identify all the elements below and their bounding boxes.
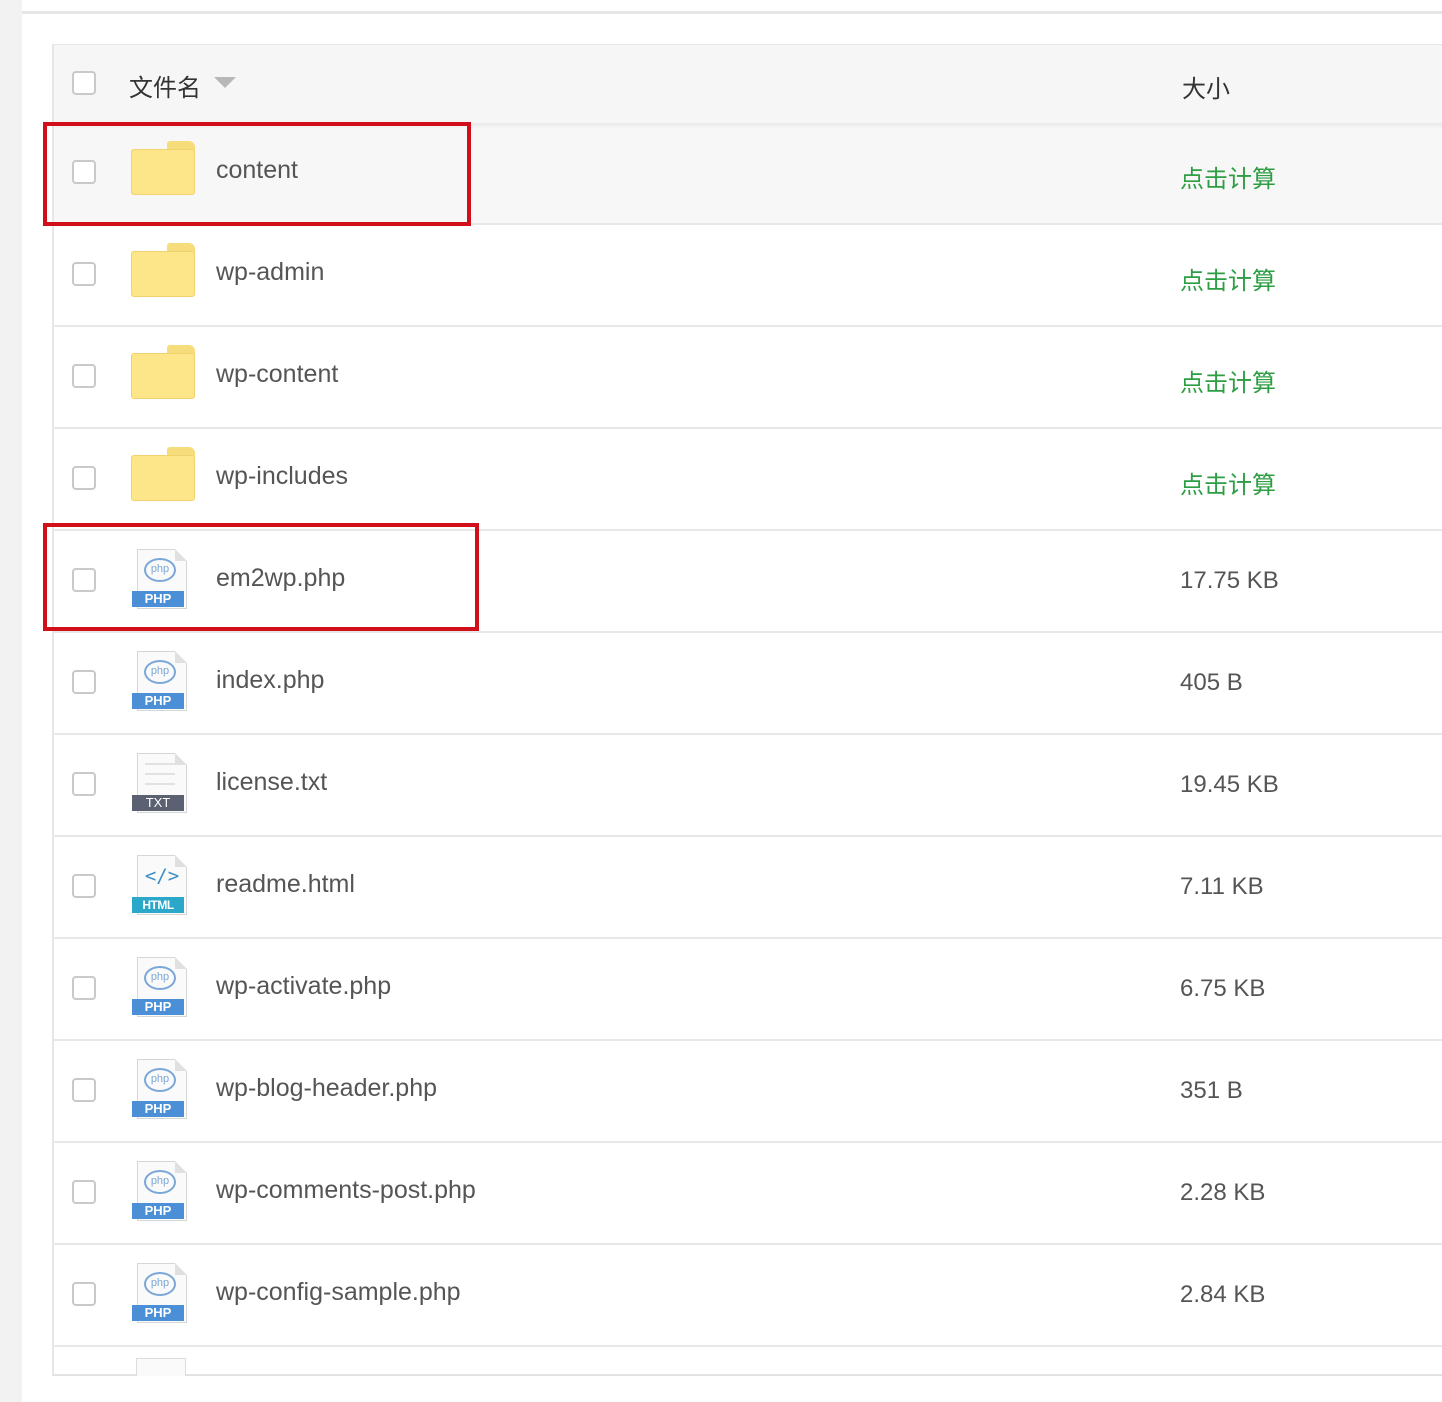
table-row[interactable]: php PHP wp-blog-header.php 351 B [54,1041,1442,1143]
select-all-checkbox[interactable] [72,71,96,95]
file-size: 405 B [1180,669,1243,696]
table-row[interactable]: php PHP wp-comments-post.php 2.28 KB [54,1143,1442,1245]
php-file-icon: php PHP [131,549,197,613]
folder-name-link[interactable]: wp-content [216,360,338,389]
calculate-size-link[interactable]: 点击计算 [1180,363,1276,398]
folder-name-link[interactable]: content [216,156,298,185]
sort-down-icon[interactable] [214,77,236,88]
file-name-link[interactable]: em2wp.php [216,564,345,593]
table-row[interactable]: php PHP wp-config-sample.php 2.84 KB [54,1245,1442,1347]
table-row[interactable]: php PHP index.php 405 B [54,633,1442,735]
table-row[interactable]: content 点击计算 [54,123,1442,225]
table-row[interactable]: </> HTML readme.html 7.11 KB [54,837,1442,939]
row-checkbox[interactable] [72,772,96,796]
table-row[interactable]: wp-includes 点击计算 [54,429,1442,531]
row-checkbox[interactable] [72,262,96,286]
file-size: 17.75 KB [1180,567,1279,594]
calculate-size-link[interactable]: 点击计算 [1180,261,1276,296]
file-table: 文件名 大小 content 点击计算 wp-admin 点击计算 wp-content… [52,44,1442,1376]
table-row[interactable]: wp-admin 点击计算 [54,225,1442,327]
txt-file-icon: TXT [131,753,197,817]
folder-name-link[interactable]: wp-admin [216,258,324,287]
file-name-link[interactable]: wp-comments-post.php [216,1176,476,1205]
folder-icon [131,447,197,511]
file-icon-partial [136,1358,186,1376]
row-checkbox[interactable] [72,466,96,490]
row-checkbox[interactable] [72,568,96,592]
file-name-link[interactable]: wp-activate.php [216,972,391,1001]
row-checkbox[interactable] [72,160,96,184]
top-divider [22,11,1442,14]
php-file-icon: php PHP [131,1059,197,1123]
row-checkbox[interactable] [72,1282,96,1306]
php-file-icon: php PHP [131,1263,197,1327]
row-checkbox[interactable] [72,364,96,388]
file-size: 2.28 KB [1180,1179,1266,1206]
column-header-size[interactable]: 大小 [1182,69,1230,104]
column-header-filename[interactable]: 文件名 [129,68,201,103]
table-row[interactable]: php PHP em2wp.php 17.75 KB [54,531,1442,633]
calculate-size-link[interactable]: 点击计算 [1180,465,1276,500]
row-checkbox[interactable] [72,1180,96,1204]
folder-name-link[interactable]: wp-includes [216,462,348,491]
table-row[interactable]: TXT license.txt 19.45 KB [54,735,1442,837]
table-row[interactable]: php PHP wp-activate.php 6.75 KB [54,939,1442,1041]
file-size: 2.84 KB [1180,1281,1266,1308]
file-name-link[interactable]: license.txt [216,768,327,797]
html-file-icon: </> HTML [131,855,197,919]
file-size: 351 B [1180,1077,1243,1104]
file-size: 6.75 KB [1180,975,1266,1002]
row-checkbox[interactable] [72,1078,96,1102]
folder-icon [131,141,197,205]
file-name-link[interactable]: readme.html [216,870,355,899]
file-name-link[interactable]: wp-blog-header.php [216,1074,437,1103]
calculate-size-link[interactable]: 点击计算 [1180,159,1276,194]
file-size: 7.11 KB [1180,873,1264,900]
table-header: 文件名 大小 [54,45,1442,123]
row-checkbox[interactable] [72,670,96,694]
file-name-link[interactable]: index.php [216,666,324,695]
left-panel-edge [0,0,22,1402]
file-size: 19.45 KB [1180,771,1279,798]
php-file-icon: php PHP [131,1161,197,1225]
php-file-icon: php PHP [131,957,197,1021]
table-row[interactable]: wp-content 点击计算 [54,327,1442,429]
php-file-icon: php PHP [131,651,197,715]
row-checkbox[interactable] [72,976,96,1000]
row-checkbox[interactable] [72,874,96,898]
folder-icon [131,345,197,409]
folder-icon [131,243,197,307]
file-name-link[interactable]: wp-config-sample.php [216,1278,461,1307]
